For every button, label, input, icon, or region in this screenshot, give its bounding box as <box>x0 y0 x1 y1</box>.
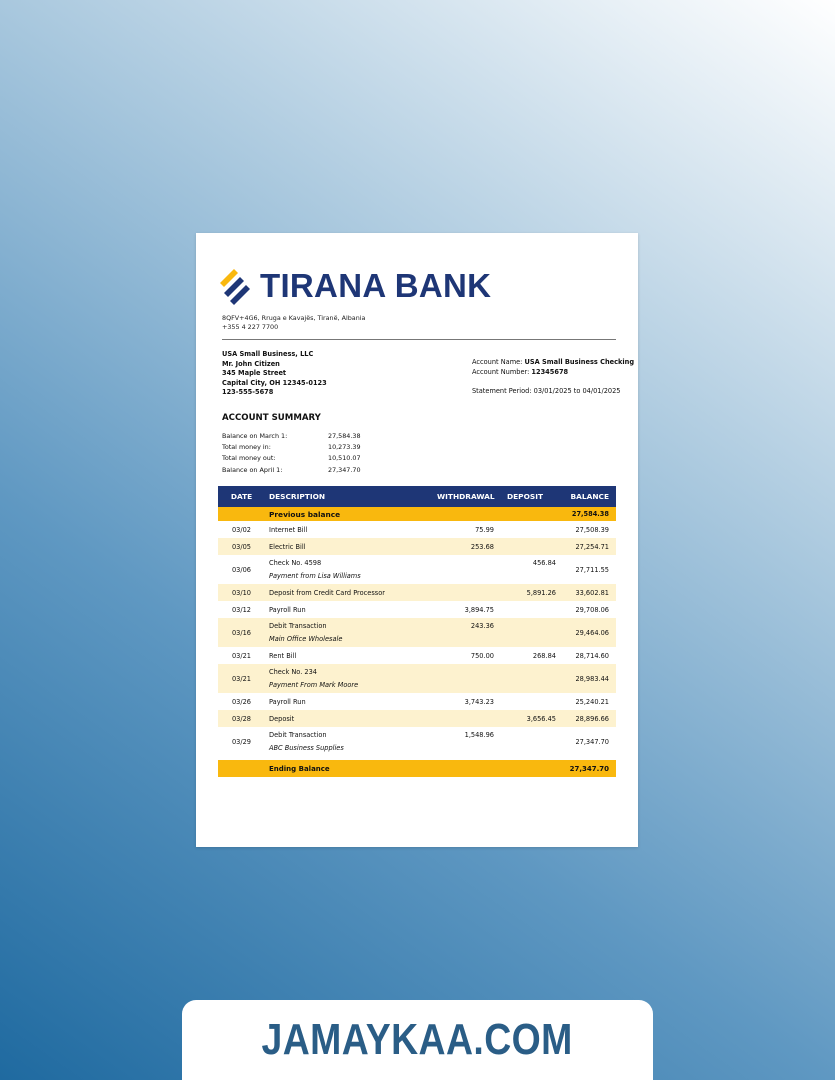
bank-address-block: 8QFV+4G6, Rruga e Kavajës, Tiranë, Alban… <box>222 314 365 332</box>
bank-phone: +355 4 227 7700 <box>222 323 279 331</box>
table-row: 03/16 Debit Transaction Main Office Whol… <box>218 618 616 647</box>
summary-row: Total money in: 10,273.39 <box>222 443 361 452</box>
bank-name: TIRANA BANK <box>260 267 492 304</box>
table-header: DATE DESCRIPTION WITHDRAWAL DEPOSIT BALA… <box>218 486 616 507</box>
table-row: 03/12 Payroll Run 3,894.75 29,708.06 <box>231 605 609 614</box>
customer-city: Capital City, OH 12345-0123 <box>222 378 327 387</box>
table-row: 03/06 Check No. 4598 Payment from Lisa W… <box>231 559 609 580</box>
table-row: 03/29 Debit Transaction ABC Business Sup… <box>231 731 609 752</box>
bank-statement: TIRANA BANK 8QFV+4G6, Rruga e Kavajës, T… <box>196 233 638 847</box>
watermark-text: JAMAYKAA.COM <box>261 1015 574 1064</box>
table-row: 03/26 Payroll Run 3,743.23 25,240.21 <box>231 697 609 706</box>
bank-logo-icon <box>220 269 250 305</box>
divider <box>222 339 616 340</box>
account-name: USA Small Business Checking <box>524 358 635 366</box>
summary-title: ACCOUNT SUMMARY <box>222 413 321 423</box>
table-row: 03/05 Electric Bill 253.68 27,254.71 <box>218 538 616 555</box>
summary-row: Balance on March 1: 27,584.38 <box>222 432 361 440</box>
account-name-line: Account Name: USA Small Business Checkin… <box>472 358 635 366</box>
bank-address: 8QFV+4G6, Rruga e Kavajës, Tiranë, Alban… <box>222 314 366 322</box>
watermark-banner: JAMAYKAA.COM <box>182 1000 653 1080</box>
customer-company: USA Small Business, LLC <box>222 350 314 358</box>
table-row: 03/28 Deposit 3,656.45 28,896.66 <box>218 710 616 727</box>
summary-row: Balance on April 1: 27,347.70 <box>222 465 361 474</box>
statement-period: Statement Period: 03/01/2025 to 04/01/20… <box>472 387 621 396</box>
account-number: 12345678 <box>531 367 569 376</box>
table-row: 03/02 Internet Bill 75.99 27,508.39 <box>231 525 609 534</box>
account-summary: Balance on March 1: 27,584.38 Total mone… <box>222 431 361 476</box>
summary-row: Total money out: 10,510.07 <box>222 454 361 463</box>
customer-name: Mr. John Citizen <box>222 359 280 368</box>
bank-logo: TIRANA BANK <box>218 267 491 305</box>
customer-phone: 123-555-5678 <box>222 388 274 397</box>
account-number-line: Account Number: 12345678 <box>472 367 569 376</box>
customer-block: USA Small Business, LLC Mr. John Citizen… <box>222 350 327 398</box>
previous-balance-row: Previous balance 27,584.38 <box>218 507 616 521</box>
account-info: Account Name: USA Small Business Checkin… <box>472 358 634 397</box>
table-row: 03/21 Check No. 234 Payment From Mark Mo… <box>218 664 616 693</box>
customer-street: 345 Maple Street <box>222 369 287 378</box>
transactions-table: DATE DESCRIPTION WITHDRAWAL DEPOSIT BALA… <box>218 486 616 777</box>
ending-balance-row: Ending Balance 27,347.70 <box>218 760 616 777</box>
table-row: 03/10 Deposit from Credit Card Processor… <box>218 584 616 601</box>
table-row: 03/21 Rent Bill 750.00 268.84 28,714.60 <box>231 651 609 660</box>
